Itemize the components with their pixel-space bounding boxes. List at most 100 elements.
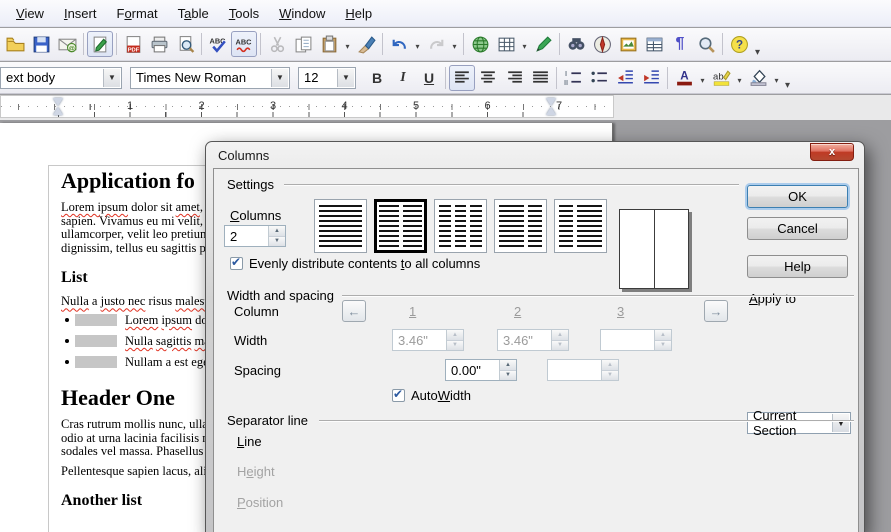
undo-icon[interactable] [386,31,412,57]
save-icon[interactable] [28,31,54,57]
arrow-right-icon: → [710,304,723,319]
columns-dialog: Columns x Settings Columns 2 ▲▼ Evenly d… [205,141,865,532]
open-icon[interactable] [2,31,28,57]
preset-one-column[interactable] [314,199,367,253]
draw-functions-icon[interactable] [530,31,556,57]
navigator-icon[interactable] [589,31,615,57]
bold-button[interactable]: B [364,65,390,91]
formatting-marks-icon[interactable]: ¶ [667,31,693,57]
help-icon[interactable]: ? [726,31,752,57]
toolbar-overflow-icon[interactable]: ▾ [752,47,763,60]
apply-to-select[interactable]: Current Section▼ [747,412,851,434]
svg-text:@: @ [68,45,74,52]
italic-button[interactable]: I [390,65,416,91]
preset-right-wide[interactable] [554,199,607,253]
numbered-list-button[interactable]: III [560,65,586,91]
paragraph-style-select[interactable]: ext body▼ [0,67,122,89]
table-icon[interactable] [493,31,519,57]
help-button[interactable]: Help [747,255,848,278]
align-right-button[interactable] [501,65,527,91]
width-spinner-2: 3.46"▲▼ [497,329,569,351]
ruler-number: 1 [127,100,133,112]
find-replace-icon[interactable] [563,31,589,57]
decrease-indent-button[interactable] [612,65,638,91]
menu-help[interactable]: Help [335,2,382,25]
text-boundary-vertical [48,165,49,532]
zoom-icon[interactable] [693,31,719,57]
paste-icon-dropdown[interactable]: ▾ [342,31,353,57]
menu-table[interactable]: Table [168,2,219,25]
spin-down-icon: ▼ [552,341,568,351]
next-column-button[interactable]: → [704,300,728,322]
preset-left-wide[interactable] [494,199,547,253]
menu-window[interactable]: Window [269,2,335,25]
redo-icon[interactable] [423,31,449,57]
format-paintbrush-icon[interactable] [353,31,379,57]
chevron-down-icon[interactable]: ▼ [271,69,288,87]
print-preview-icon[interactable] [172,31,198,57]
spin-down-icon: ▼ [447,341,463,351]
font-color-button[interactable]: A [671,65,697,91]
font-color-button-dropdown[interactable]: ▾ [697,65,708,91]
paste-icon[interactable] [316,31,342,57]
copy-icon[interactable] [290,31,316,57]
menu-format[interactable]: Format [106,2,167,25]
highlighting-button-dropdown[interactable]: ▾ [734,65,745,91]
hyperlink-icon[interactable] [467,31,493,57]
email-icon[interactable]: @ [54,31,80,57]
previous-column-button[interactable]: ← [342,300,366,322]
font-size-select[interactable]: 12▼ [298,67,356,89]
underline-button[interactable]: U [416,65,442,91]
columns-count-spinner[interactable]: 2 ▲▼ [224,225,286,247]
toolbar-separator [556,67,557,89]
horizontal-ruler[interactable]: 1234567 [0,95,891,120]
background-color-button-dropdown[interactable]: ▾ [771,65,782,91]
width-spacing-group-label: Width and spacing [227,288,334,303]
toolbar-overflow-icon[interactable]: ▾ [782,80,793,93]
spelling-icon[interactable]: ABC [205,31,231,57]
data-sources-icon[interactable] [641,31,667,57]
background-color-button[interactable] [745,65,771,91]
preset-two-columns[interactable] [374,199,427,253]
ruler-number: 7 [556,100,562,112]
spin-up-icon: ▲ [269,226,285,237]
preset-three-columns[interactable] [434,199,487,253]
spin-down-icon: ▼ [602,371,618,381]
field-shading [75,356,117,368]
dialog-content: Settings Columns 2 ▲▼ Evenly distribute … [213,168,859,532]
menu-insert[interactable]: Insert [54,2,107,25]
column-number-2: 2 [514,304,521,319]
ok-button[interactable]: OK [747,185,848,208]
chevron-down-icon[interactable]: ▼ [103,69,120,87]
formatting-toolbar: ext body▼Times New Roman▼12▼BIUIIIA▾ab▾▾… [0,62,891,94]
chevron-down-icon[interactable]: ▼ [337,69,354,87]
gallery-icon[interactable] [615,31,641,57]
print-icon[interactable] [146,31,172,57]
svg-text:I: I [565,69,567,78]
export-pdf-icon[interactable]: PDF [120,31,146,57]
spacing-spinner-1[interactable]: 0.00"▲▼ [445,359,517,381]
spin-up-icon: ▲ [500,360,516,371]
font-name-select[interactable]: Times New Roman▼ [130,67,290,89]
edit-file-icon[interactable] [87,31,113,57]
increase-indent-button[interactable] [638,65,664,91]
autowidth-checkbox[interactable]: AutoWidth [392,388,471,403]
menu-view[interactable]: View [6,2,54,25]
auto-spellcheck-icon[interactable]: ABC [231,31,257,57]
cancel-button[interactable]: Cancel [747,217,848,240]
evenly-distribute-checkbox[interactable]: Evenly distribute contents to all column… [230,256,480,271]
table-icon-dropdown[interactable]: ▾ [519,31,530,57]
align-left-button[interactable] [449,65,475,91]
toolbar-separator [201,33,202,55]
bullet-list-button[interactable] [586,65,612,91]
menu-tools[interactable]: Tools [219,2,269,25]
align-center-button[interactable] [475,65,501,91]
redo-icon-dropdown[interactable]: ▾ [449,31,460,57]
cut-icon[interactable] [264,31,290,57]
close-icon[interactable]: x [810,143,854,161]
line-label: Line [237,434,262,449]
align-justify-button[interactable] [527,65,553,91]
field-shading [75,335,117,347]
highlighting-button[interactable]: ab [708,65,734,91]
undo-icon-dropdown[interactable]: ▾ [412,31,423,57]
